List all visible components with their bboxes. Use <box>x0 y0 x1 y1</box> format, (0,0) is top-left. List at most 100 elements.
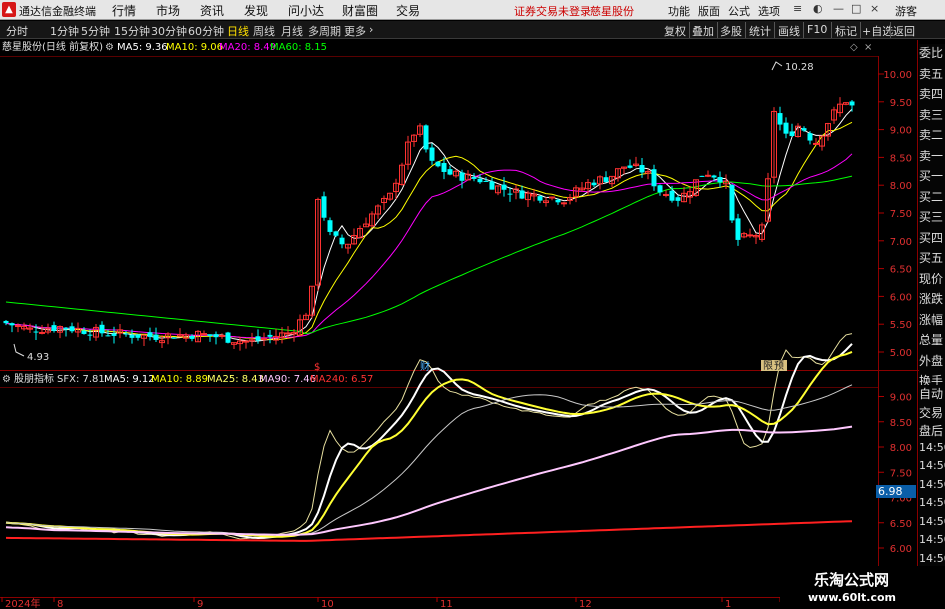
candle-down <box>483 180 489 182</box>
candle-down <box>777 113 783 125</box>
ind-ma90-line <box>5 425 853 536</box>
candle-down <box>627 165 633 168</box>
candle-up <box>243 340 249 343</box>
trade-panel-row[interactable]: 14:50 <box>919 533 945 552</box>
quote-panel-row[interactable]: 总量 <box>919 331 945 352</box>
quote-panel-row[interactable]: 涨幅 <box>919 311 945 332</box>
trade-panel-row[interactable]: 14:50 <box>919 478 945 497</box>
indicator-name[interactable]: 股朋指标 <box>14 372 54 388</box>
candle-down <box>327 220 333 232</box>
main-chart-infobar: 慈星股份(日线 前复权) ⚙ MA5: 9.36 MA10: 9.06 MA20… <box>0 40 878 56</box>
price-axis-label: 5.50 <box>890 320 912 331</box>
candle-up <box>549 196 555 199</box>
price-axis-label: 5.00 <box>890 348 912 359</box>
candle-down <box>651 169 657 187</box>
candle-down <box>333 231 339 236</box>
trading-terminal-window: ▲ 通达信金融终端 行情 市场 资讯 发现 问小达 财富圈 交易 证券交易未登录… <box>0 0 945 609</box>
candle-down <box>129 334 135 338</box>
candle-down <box>429 147 435 161</box>
quote-panel-row[interactable]: 买四 <box>919 229 945 250</box>
watermark-url: www.60lt.com <box>808 591 897 604</box>
candle-down <box>717 177 723 183</box>
candle-down <box>489 181 495 190</box>
price-axis-label: 10.00 <box>883 70 912 81</box>
high-marker-arrow <box>771 61 783 71</box>
candle-down <box>441 163 447 172</box>
indicator-infobar: ⚙ 股朋指标 SFX: 7.81 MA5: 9.12 MA10: 8.89 MA… <box>0 372 878 388</box>
candle-down <box>501 184 507 190</box>
quote-panel-row[interactable]: 卖五 <box>919 65 945 86</box>
quote-panel-row[interactable]: 买五 <box>919 249 945 270</box>
indicator-gear-icon[interactable]: ⚙ <box>2 372 11 388</box>
quote-panel-row[interactable]: 现价 <box>919 270 945 291</box>
candle-down <box>255 336 261 341</box>
indicator-axis-label: 8.00 <box>890 443 912 454</box>
trade-panel-row[interactable]: 14:50 <box>919 441 945 460</box>
candle-down <box>555 199 561 203</box>
quote-panel-row[interactable]: 涨跌 <box>919 290 945 311</box>
indicator-current-value: 6.98 <box>878 485 903 498</box>
candle-down <box>63 327 69 330</box>
ind-ma240-value: MA240: 6.57 <box>310 374 374 385</box>
quote-panel-row[interactable]: 委比 <box>919 44 945 65</box>
low-price-label: 4.93 <box>27 352 49 363</box>
trade-panel-row[interactable]: 交易 <box>919 404 945 423</box>
candle-down <box>423 125 429 150</box>
ma5-value: MA5: 9.36 <box>117 42 168 53</box>
gear-icon[interactable]: ⚙ <box>105 40 114 56</box>
candle-down <box>339 237 345 245</box>
trade-panel-row[interactable]: 14:50 <box>919 459 945 478</box>
close-panel-icon[interactable]: × <box>864 40 872 56</box>
candle-down <box>675 197 681 201</box>
diamond-icon[interactable]: ◇ <box>850 40 858 56</box>
candle-up <box>705 174 711 177</box>
indicator-axis-label: 6.00 <box>890 544 912 555</box>
time-axis-label: 12 <box>579 599 592 609</box>
quote-side-panel: 委比卖五卖四卖三卖二卖一买一买二买三买四买五现价涨跌涨幅总量外盘换手净资收益 <box>919 44 945 434</box>
time-axis-label: 11 <box>440 599 453 609</box>
candle-down <box>171 337 177 339</box>
price-axis-label: 8.50 <box>890 153 912 164</box>
ma10-line <box>5 121 853 341</box>
indicator-axis-label: 8.50 <box>890 418 912 429</box>
candle-up <box>813 142 819 145</box>
candle-up <box>39 331 45 334</box>
candle-up <box>219 334 225 337</box>
price-axis-label: 7.00 <box>890 237 912 248</box>
candle-down <box>9 323 15 326</box>
candle-down <box>33 331 39 333</box>
time-axis-label: 8 <box>57 599 63 609</box>
quote-panel-row[interactable]: 买三 <box>919 208 945 229</box>
candle-down <box>603 177 609 182</box>
trade-side-panel: 自动交易盘后14:5014:5014:5014:5014:5014:5014:5… <box>919 385 945 589</box>
quote-panel-row[interactable]: 买二 <box>919 188 945 209</box>
chart-canvas[interactable]: 10.00 9.50 9.00 8.50 8.00 7.50 7.00 6.50 6.00 5.5… <box>0 0 945 609</box>
ind-ma25-line <box>5 384 853 536</box>
candle-down <box>801 128 807 131</box>
candle-down <box>123 333 129 335</box>
candle-down <box>669 190 675 201</box>
quote-panel-row[interactable]: 卖三 <box>919 106 945 127</box>
trade-panel-row[interactable]: 盘后 <box>919 422 945 441</box>
ind-ma10-value: MA10: 8.89 <box>151 374 209 385</box>
quote-panel-row[interactable]: 外盘 <box>919 352 945 373</box>
candle-down <box>477 178 483 183</box>
ma60-value: MA60: 8.15 <box>270 42 328 53</box>
quote-panel-row[interactable]: 卖二 <box>919 126 945 147</box>
candle-up <box>15 325 21 328</box>
time-axis-label: 10 <box>321 599 334 609</box>
trade-panel-row[interactable]: 14:50 <box>919 515 945 534</box>
stock-name-label[interactable]: 慈星股份(日线 前复权) <box>2 40 103 56</box>
trade-panel-row[interactable]: 自动 <box>919 385 945 404</box>
candle-down <box>189 336 195 339</box>
limit-marker: 限 <box>763 360 773 372</box>
quote-panel-row[interactable]: 卖四 <box>919 85 945 106</box>
price-axis-label: 9.50 <box>890 98 912 109</box>
trade-panel-row[interactable]: 14:50 <box>919 496 945 515</box>
quote-panel-row[interactable]: 买一 <box>919 167 945 188</box>
candle-down <box>207 334 213 336</box>
candle-down <box>213 334 219 338</box>
candle-down <box>267 334 273 337</box>
quote-panel-row[interactable]: 卖一 <box>919 147 945 168</box>
candle-down <box>447 169 453 175</box>
